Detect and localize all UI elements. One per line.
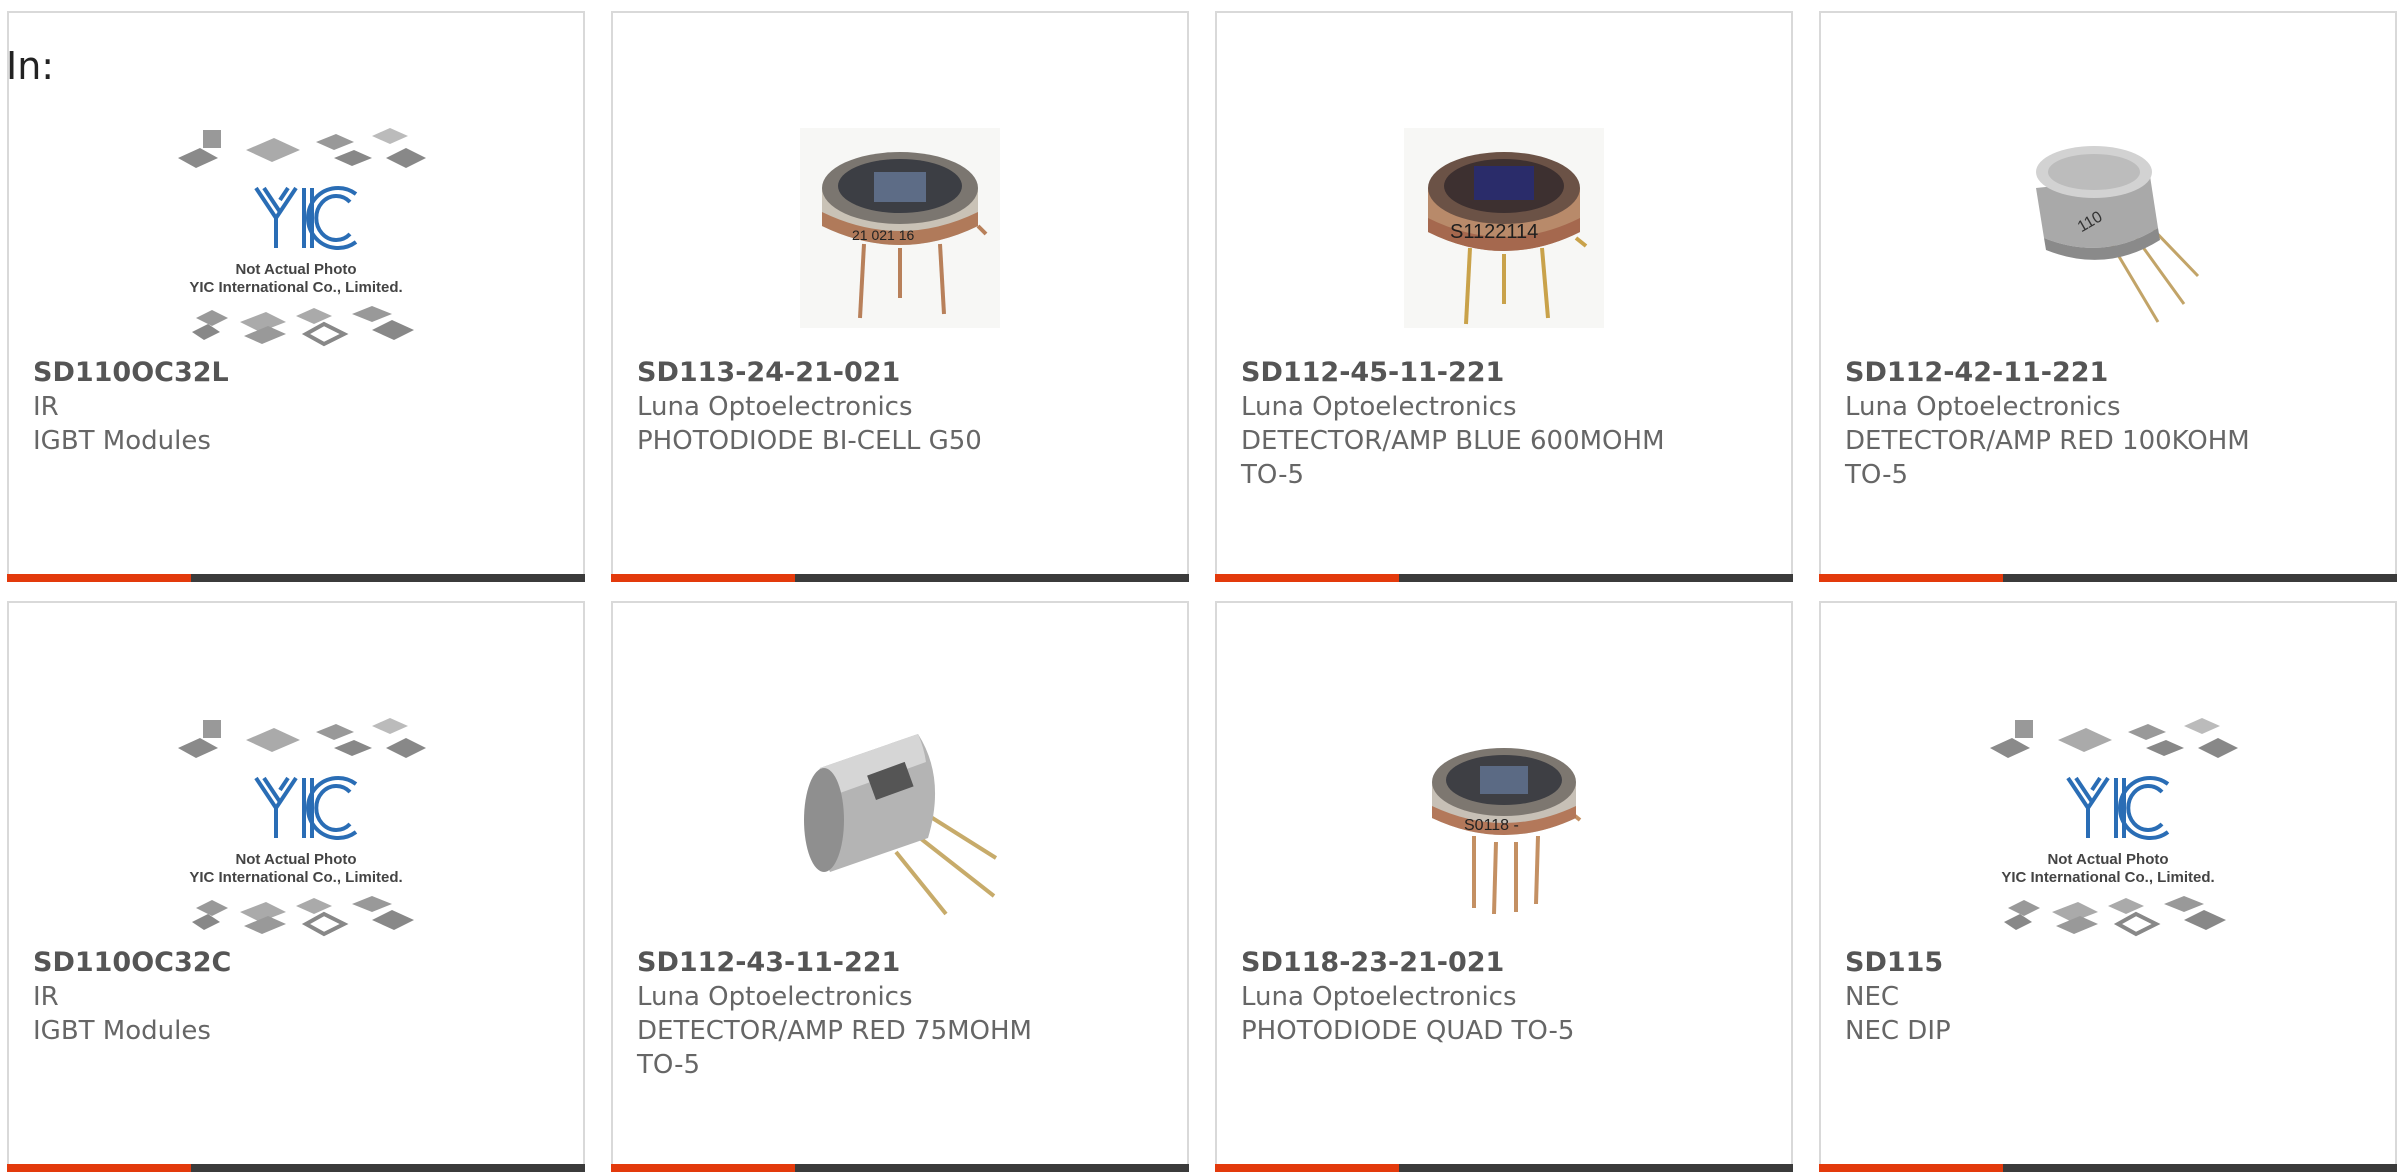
card-accent-bar — [1215, 574, 1399, 582]
manufacturer: IR — [33, 982, 59, 1012]
placeholder-caption-line1: Not Actual Photo — [235, 851, 356, 868]
product-card-sd115[interactable]: Not Actual Photo YIC International Co., … — [1819, 601, 2397, 1172]
product-info: SD112-42-11-221 Luna Optoelectronics DET… — [1845, 356, 2375, 492]
product-info: SD112-43-11-221 Luna Optoelectronics DET… — [637, 946, 1167, 1082]
yic-placeholder-image: Not Actual Photo YIC International Co., … — [1821, 683, 2395, 953]
part-number[interactable]: SD110OC32L — [33, 356, 563, 390]
placeholder-caption-line2: YIC International Co., Limited. — [2001, 869, 2214, 886]
manufacturer: NEC — [1845, 982, 1900, 1012]
card-accent-bar — [1819, 574, 2003, 582]
yic-placeholder-image: Not Actual Photo YIC International Co., … — [9, 93, 583, 363]
card-accent-bar — [611, 1164, 795, 1172]
part-number[interactable]: SD112-45-11-221 — [1241, 356, 1771, 390]
part-number[interactable]: SD115 — [1845, 946, 2375, 980]
description-line2: TO-5 — [1241, 460, 1304, 490]
to5-photodiode-quad-image: S0118 - — [1217, 683, 1791, 953]
product-card-sd110oc32c[interactable]: Not Actual Photo YIC International Co., … — [7, 601, 585, 1172]
product-card-sd110oc32l[interactable]: Not Actual Photo YIC International Co., … — [7, 11, 585, 582]
part-number[interactable]: SD118-23-21-021 — [1241, 946, 1771, 980]
description: DETECTOR/AMP BLUE 600MOHM — [1241, 426, 1665, 456]
to5-can-side-image — [613, 683, 1187, 953]
card-bottom-bar — [795, 1164, 1189, 1172]
placeholder-caption-line1: Not Actual Photo — [235, 261, 356, 278]
card-accent-bar — [1819, 1164, 2003, 1172]
svg-text:S0118 -: S0118 - — [1464, 817, 1519, 834]
svg-text:21 021 16: 21 021 16 — [852, 227, 914, 243]
product-card-sd113-24-21-021[interactable]: 21 021 16 SD113-24-21-021 Luna Optoelect… — [611, 11, 1189, 582]
card-accent-bar — [7, 1164, 191, 1172]
to5-can-image: 110 — [1821, 93, 2395, 363]
card-bottom-bar — [1399, 574, 1793, 582]
product-info: SD112-45-11-221 Luna Optoelectronics DET… — [1241, 356, 1771, 492]
product-card-sd112-43-11-221[interactable]: SD112-43-11-221 Luna Optoelectronics DET… — [611, 601, 1189, 1172]
placeholder-caption-line2: YIC International Co., Limited. — [189, 279, 402, 296]
part-number[interactable]: SD112-43-11-221 — [637, 946, 1167, 980]
product-info: SD113-24-21-021 Luna Optoelectronics PHO… — [637, 356, 1167, 458]
product-info: SD110OC32L IR IGBT Modules — [33, 356, 563, 458]
card-bottom-bar — [191, 574, 585, 582]
description: NEC DIP — [1845, 1016, 1951, 1046]
description: PHOTODIODE QUAD TO-5 — [1241, 1016, 1575, 1046]
product-info: SD110OC32C IR IGBT Modules — [33, 946, 563, 1048]
part-number[interactable]: SD110OC32C — [33, 946, 563, 980]
placeholder-caption-line2: YIC International Co., Limited. — [189, 869, 402, 886]
description: PHOTODIODE BI-CELL G50 — [637, 426, 982, 456]
manufacturer: Luna Optoelectronics — [1845, 392, 2121, 422]
description: IGBT Modules — [33, 426, 211, 456]
product-card-sd112-45-11-221[interactable]: S1122114 SD112-45-11-221 Luna Optoelectr… — [1215, 11, 1793, 582]
manufacturer: Luna Optoelectronics — [1241, 392, 1517, 422]
part-number[interactable]: SD113-24-21-021 — [637, 356, 1167, 390]
description-line2: TO-5 — [637, 1050, 700, 1080]
product-info: SD115 NEC NEC DIP — [1845, 946, 2375, 1048]
to5-detector-image: S1122114 — [1217, 93, 1791, 363]
yic-placeholder-image: Not Actual Photo YIC International Co., … — [9, 683, 583, 953]
card-accent-bar — [611, 574, 795, 582]
description: DETECTOR/AMP RED 100KOHM — [1845, 426, 2250, 456]
filter-label: In: — [6, 44, 55, 88]
part-number[interactable]: SD112-42-11-221 — [1845, 356, 2375, 390]
card-accent-bar — [7, 574, 191, 582]
card-bottom-bar — [1399, 1164, 1793, 1172]
card-bottom-bar — [191, 1164, 585, 1172]
svg-text:S1122114: S1122114 — [1450, 221, 1538, 243]
product-info: SD118-23-21-021 Luna Optoelectronics PHO… — [1241, 946, 1771, 1048]
manufacturer: Luna Optoelectronics — [1241, 982, 1517, 1012]
description-line2: TO-5 — [1845, 460, 1908, 490]
product-card-sd118-23-21-021[interactable]: S0118 - SD118-23-21-021 Luna Optoelectro… — [1215, 601, 1793, 1172]
description: DETECTOR/AMP RED 75MOHM — [637, 1016, 1032, 1046]
manufacturer: Luna Optoelectronics — [637, 982, 913, 1012]
manufacturer: IR — [33, 392, 59, 422]
description: IGBT Modules — [33, 1016, 211, 1046]
card-bottom-bar — [2003, 1164, 2397, 1172]
placeholder-caption-line1: Not Actual Photo — [2047, 851, 2168, 868]
card-accent-bar — [1215, 1164, 1399, 1172]
to5-photodiode-image: 21 021 16 — [613, 93, 1187, 363]
card-bottom-bar — [2003, 574, 2397, 582]
product-card-sd112-42-11-221[interactable]: 110 SD112-42-11-221 Luna Optoelectronics… — [1819, 11, 2397, 582]
card-bottom-bar — [795, 574, 1189, 582]
manufacturer: Luna Optoelectronics — [637, 392, 913, 422]
